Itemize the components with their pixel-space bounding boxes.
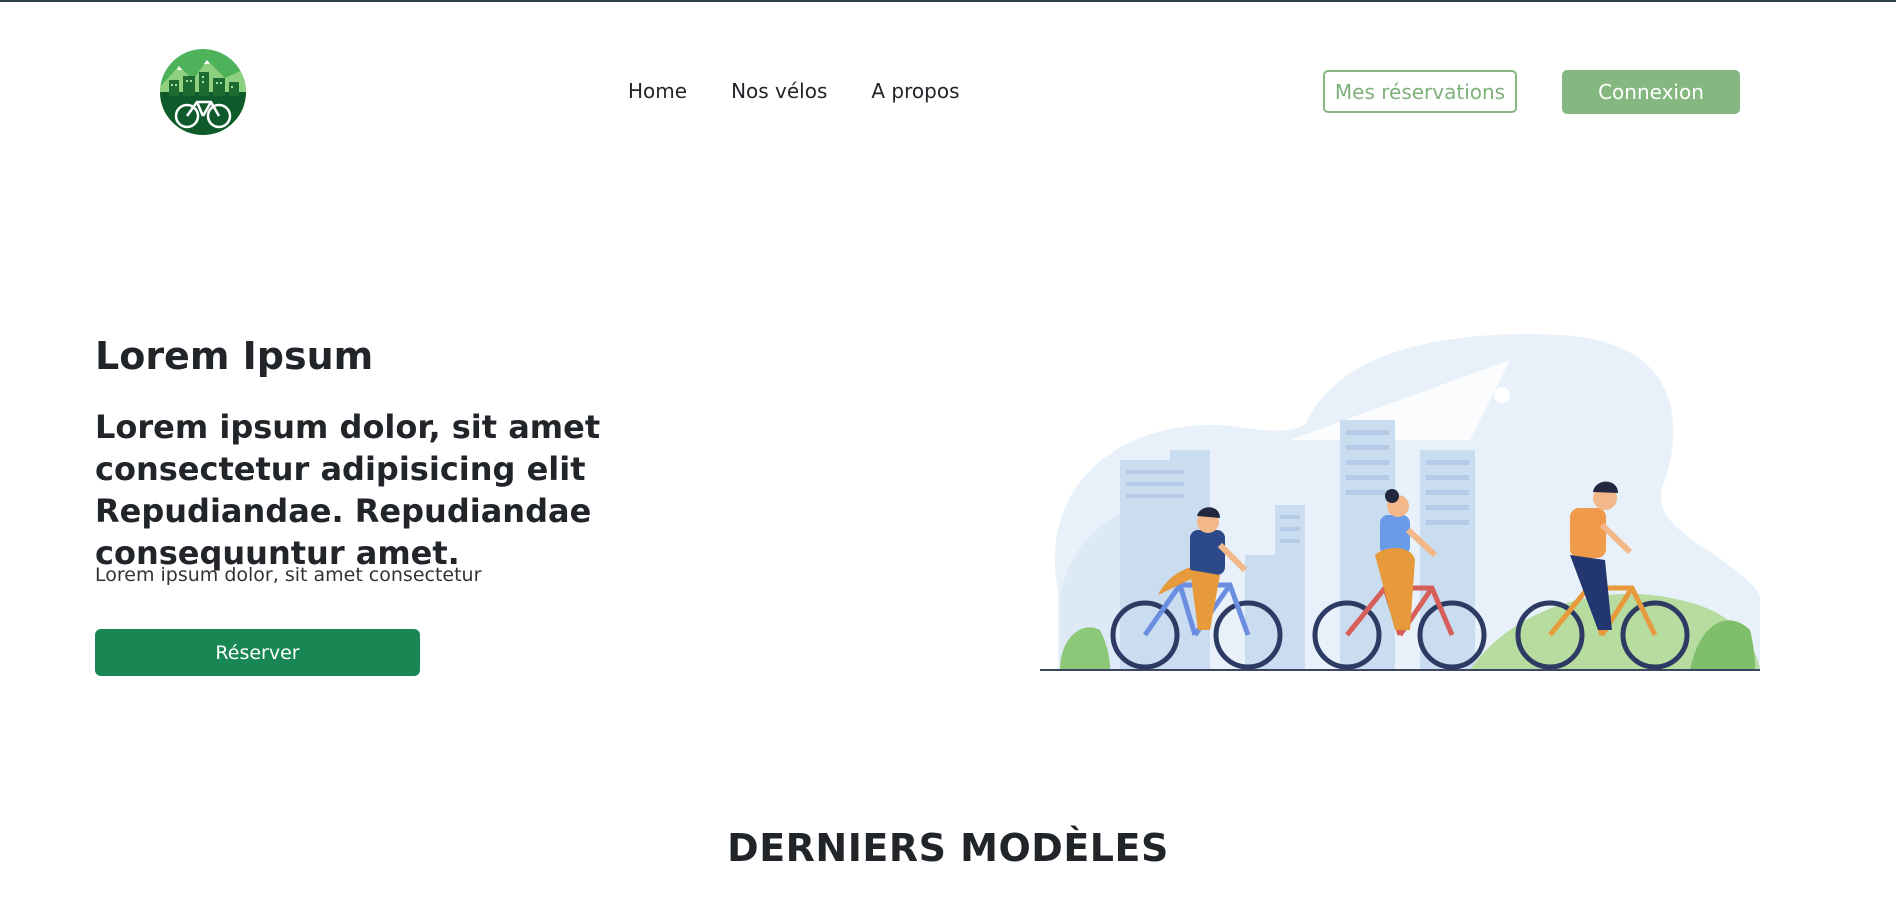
nav-a-propos[interactable]: A propos xyxy=(871,78,959,104)
login-button[interactable]: Connexion xyxy=(1562,70,1740,114)
logo-icon[interactable] xyxy=(159,48,247,136)
main-nav: Home Nos vélos A propos xyxy=(628,78,960,104)
hero-title: Lorem Ipsum xyxy=(95,334,374,378)
hero-text: Lorem ipsum dolor, sit amet consectetur xyxy=(95,564,482,586)
nav-nos-velos[interactable]: Nos vélos xyxy=(731,78,827,104)
nav-home[interactable]: Home xyxy=(628,78,687,104)
top-border xyxy=(0,0,1896,2)
reserve-button[interactable]: Réserver xyxy=(95,629,420,676)
section-title: DERNIERS MODÈLES xyxy=(727,826,1169,870)
hero-lead: Lorem ipsum dolor, sit amet consectetur … xyxy=(95,408,601,572)
my-reservations-button[interactable]: Mes réservations xyxy=(1323,70,1517,113)
cyclists-illustration xyxy=(1040,334,1760,671)
